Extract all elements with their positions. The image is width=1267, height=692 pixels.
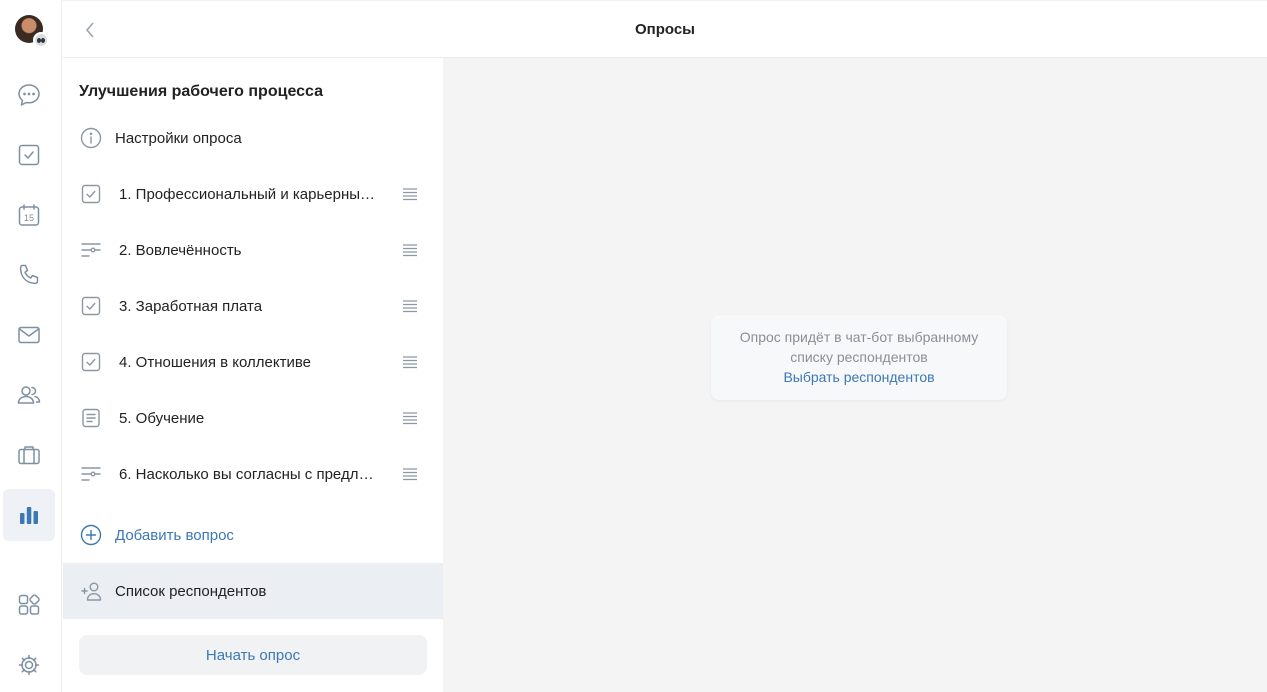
tasks-icon[interactable] — [3, 129, 55, 181]
page-title: Опросы — [634, 21, 695, 38]
survey-panel: Улучшения рабочего процесса Настройки оп… — [63, 58, 443, 692]
scale-icon — [80, 463, 102, 485]
main-content: Опрос придёт в чат-бот выбранному списку… — [443, 58, 1267, 692]
question-item[interactable]: 2. Вовлечённость — [63, 222, 443, 278]
drag-handle-icon[interactable] — [402, 299, 418, 313]
hint-text: Опрос придёт в чат-бот выбранному списку… — [739, 329, 979, 365]
text-icon — [80, 407, 102, 429]
add-question-label: Добавить вопрос — [115, 526, 234, 544]
alien-badge-icon — [33, 32, 49, 48]
checkbox-icon — [80, 295, 102, 317]
add-user-icon — [80, 580, 102, 602]
polls-icon[interactable] — [3, 489, 55, 541]
mail-icon[interactable] — [3, 309, 55, 361]
phone-icon[interactable] — [3, 249, 55, 301]
question-label: 3. Заработная плата — [119, 297, 263, 315]
drag-handle-icon[interactable] — [402, 355, 418, 369]
checkbox-icon — [80, 351, 102, 373]
contacts-icon[interactable] — [3, 369, 55, 421]
apps-icon[interactable] — [3, 579, 55, 631]
app-sidebar: 15 — [0, 0, 62, 692]
user-avatar[interactable] — [15, 15, 49, 48]
checkbox-icon — [80, 183, 102, 205]
svg-text:15: 15 — [24, 213, 34, 223]
start-survey-button[interactable]: Начать опрос — [79, 635, 427, 675]
select-respondents-link[interactable]: Выбрать респондентов — [783, 369, 934, 385]
plus-circle-icon — [80, 524, 102, 546]
chat-icon[interactable] — [3, 69, 55, 121]
settings-icon[interactable] — [3, 639, 55, 691]
top-bar: Опросы — [63, 0, 1267, 58]
survey-title: Улучшения рабочего процесса — [79, 83, 324, 100]
briefcase-icon[interactable] — [3, 429, 55, 481]
question-label: 6. Насколько вы согласны с предложенными… — [119, 465, 379, 483]
question-label: 5. Обучение — [119, 409, 205, 427]
info-icon — [80, 127, 102, 149]
survey-settings-label: Настройки опроса — [115, 129, 242, 147]
question-label: 2. Вовлечённость — [119, 241, 242, 259]
respondents-list-item[interactable]: Список респондентов — [63, 563, 443, 619]
question-item[interactable]: 3. Заработная плата — [63, 278, 443, 334]
drag-handle-icon[interactable] — [402, 467, 418, 481]
question-label: 4. Отношения в коллективе — [119, 353, 312, 371]
question-item[interactable]: 6. Насколько вы согласны с предложенными… — [63, 446, 443, 502]
question-label: 1. Профессиональный и карьерный рост — [119, 185, 379, 203]
calendar-icon[interactable]: 15 — [3, 189, 55, 241]
drag-handle-icon[interactable] — [402, 187, 418, 201]
add-question-button[interactable]: Добавить вопрос — [63, 507, 443, 563]
scale-icon — [80, 239, 102, 261]
hint-card: Опрос придёт в чат-бот выбранному списку… — [711, 315, 1007, 400]
question-item[interactable]: 4. Отношения в коллективе — [63, 334, 443, 390]
question-item[interactable]: 1. Профессиональный и карьерный рост — [63, 166, 443, 222]
drag-handle-icon[interactable] — [402, 243, 418, 257]
drag-handle-icon[interactable] — [402, 411, 418, 425]
respondents-label: Список респондентов — [115, 582, 267, 600]
question-item[interactable]: 5. Обучение — [63, 390, 443, 446]
survey-settings-item[interactable]: Настройки опроса — [63, 110, 443, 166]
